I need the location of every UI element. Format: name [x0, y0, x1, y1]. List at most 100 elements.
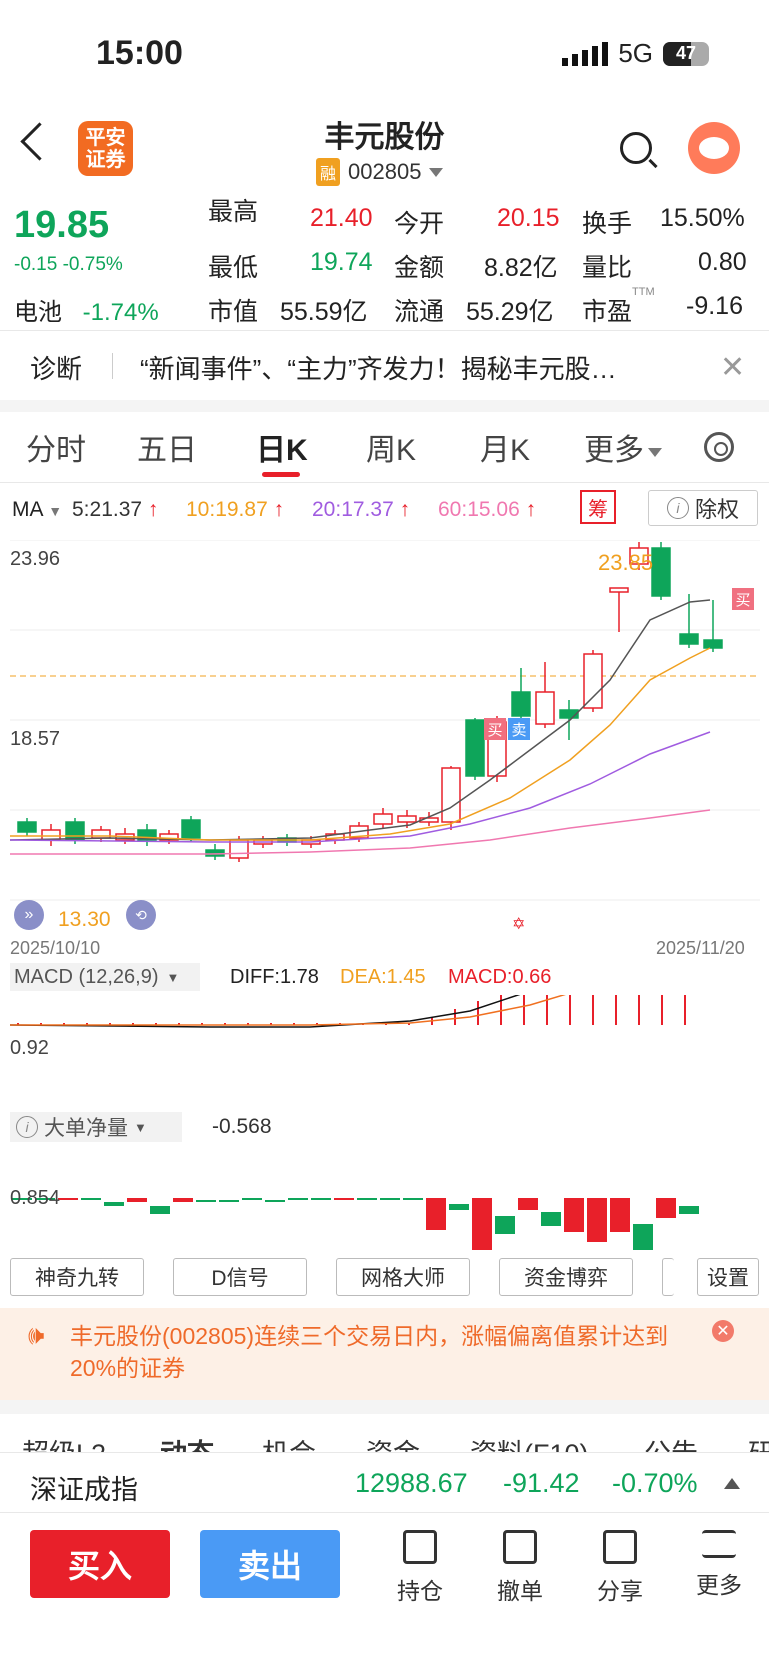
- stock-title: 丰元股份: [324, 121, 445, 154]
- ma-selector[interactable]: MA ▼: [12, 498, 62, 522]
- macd-chart[interactable]: [10, 995, 760, 1105]
- risk-notice-text[interactable]: 丰元股份(002805)连续三个交易日内，涨幅偏离值累计达到20%的证券: [70, 1320, 690, 1384]
- quote-cell-amount-label: 金额: [394, 254, 445, 282]
- candle-body: [205, 849, 225, 857]
- sell-button[interactable]: 卖出: [200, 1530, 340, 1598]
- tab-opportunity[interactable]: 机会: [262, 1432, 316, 1452]
- reset-zoom-icon[interactable]: ⟲: [126, 900, 156, 930]
- big-order-bar: [633, 1224, 653, 1250]
- nav-share[interactable]: 分享: [585, 1530, 655, 1606]
- big-order-bar: [242, 1198, 262, 1200]
- big-order-base: [679, 1140, 699, 1141]
- settings-button[interactable]: 设置: [697, 1258, 759, 1296]
- stock-code-selector[interactable]: 融 002805: [316, 158, 444, 186]
- big-order-bar: [81, 1198, 101, 1200]
- tab-funds[interactable]: 资金: [366, 1432, 420, 1452]
- big-order-bar: [173, 1198, 193, 1202]
- event-star-icon[interactable]: ✡: [512, 914, 525, 934]
- tab-news[interactable]: 动态: [160, 1432, 214, 1452]
- big-order-bar: [564, 1198, 584, 1232]
- nav-more[interactable]: 更多: [684, 1530, 754, 1600]
- search-icon[interactable]: [620, 132, 652, 164]
- quote-cell-low-label: 最低: [208, 254, 259, 282]
- buy-signal-tag[interactable]: 买: [484, 718, 506, 740]
- stock-code: 002805: [348, 159, 422, 184]
- ma5-value: 5:21.37 ↑: [72, 498, 159, 521]
- big-order-bar: [58, 1198, 78, 1200]
- tab-f10[interactable]: 资料(F10): [470, 1432, 589, 1452]
- magic-nine-button[interactable]: 神奇九转: [10, 1258, 144, 1296]
- tab-research[interactable]: 研: [748, 1432, 769, 1452]
- buy-signal-tag[interactable]: 买: [732, 588, 754, 610]
- big-order-selector[interactable]: i 大单净量 ▼: [10, 1112, 182, 1142]
- candle-body: [441, 767, 461, 823]
- tab-announcement[interactable]: 公告: [644, 1432, 698, 1452]
- sector-change[interactable]: 电池 -1.74%: [14, 292, 159, 327]
- chevron-up-icon[interactable]: [724, 1478, 740, 1489]
- big-order-bar: [127, 1198, 147, 1202]
- big-order-bar: [219, 1200, 239, 1202]
- info-icon: i: [666, 497, 689, 519]
- undo-icon: [503, 1530, 537, 1564]
- expand-left-icon[interactable]: »: [14, 900, 44, 930]
- fund-game-button[interactable]: 资金博弈: [499, 1258, 633, 1296]
- grid-master-button[interactable]: 网格大师: [336, 1258, 470, 1296]
- big-order-base: [311, 1140, 331, 1141]
- network-label: 5G: [618, 38, 653, 68]
- quote-cell-float-label: 流通: [394, 298, 445, 326]
- candle-body: [609, 587, 629, 593]
- quote-cell-pe-value: -9.16: [686, 292, 743, 320]
- candle-body: [703, 639, 723, 649]
- big-order-base: [173, 1140, 193, 1141]
- d-signal-button[interactable]: D信号: [173, 1258, 307, 1296]
- close-icon[interactable]: ✕: [720, 350, 745, 385]
- big-order-base: [242, 1140, 262, 1141]
- big-order-bar: [495, 1216, 515, 1234]
- big-order-bar: [449, 1204, 469, 1210]
- quote-cell-amount-value: 8.82亿: [484, 254, 558, 282]
- share-icon: [603, 1530, 637, 1564]
- kline-chart[interactable]: [10, 540, 760, 935]
- tab-intraday[interactable]: 分时: [26, 425, 86, 469]
- big-order-base: [12, 1140, 32, 1141]
- buy-button[interactable]: 买入: [30, 1530, 170, 1598]
- chart-grid: [10, 540, 760, 901]
- sell-signal-tag[interactable]: 卖: [508, 718, 530, 740]
- more-tool-button[interactable]: [662, 1258, 674, 1296]
- index-name[interactable]: 深证成指: [30, 1468, 138, 1507]
- big-order-bar: [610, 1198, 630, 1232]
- gear-icon[interactable]: [704, 432, 734, 462]
- menu-icon: [702, 1530, 736, 1558]
- big-order-chart[interactable]: [10, 1140, 760, 1250]
- tab-super-l2[interactable]: 超级L2: [22, 1432, 106, 1452]
- margin-badge: 融: [316, 158, 341, 186]
- avatar[interactable]: [688, 122, 740, 174]
- battery-icon: 47: [663, 41, 709, 66]
- candle-body: [583, 653, 603, 709]
- quote-cell-high-label: 最高: [208, 198, 259, 226]
- candle-body: [17, 821, 37, 833]
- tab-monthly-k[interactable]: 月K: [480, 425, 530, 469]
- macd-dea: DEA:1.45: [340, 966, 426, 988]
- quote-cell-turnover-label: 换手: [582, 210, 633, 238]
- quote-cell-high-value: 21.40: [310, 204, 373, 232]
- tab-weekly-k[interactable]: 周K: [366, 425, 416, 469]
- adjust-rights-button[interactable]: i 除权: [648, 490, 758, 526]
- macd-axis-tick: 0.92: [10, 1037, 49, 1059]
- macd-value: MACD:0.66: [448, 966, 552, 988]
- macd-selector[interactable]: MACD (12,26,9) ▼: [10, 963, 200, 991]
- ma10-value: 10:19.87 ↑: [186, 498, 285, 521]
- chip-distribution-button[interactable]: 筹: [580, 490, 616, 524]
- close-icon[interactable]: ✕: [712, 1320, 734, 1342]
- nav-positions[interactable]: 持仓: [385, 1530, 455, 1606]
- tab-five-day[interactable]: 五日: [137, 425, 197, 469]
- tab-daily-k[interactable]: 日K: [256, 425, 308, 469]
- low-price-mark: 13.30: [58, 908, 111, 931]
- tab-more[interactable]: 更多: [584, 425, 662, 469]
- nav-cancel-order[interactable]: 撤单: [485, 1530, 555, 1606]
- diagnosis-label[interactable]: 诊断: [30, 349, 82, 386]
- news-ticker[interactable]: “新闻事件”、“主力”齐发力！揭秘丰元股…: [140, 349, 700, 386]
- quote-cell-mcap-value: 55.59亿: [280, 298, 368, 326]
- divider: [112, 353, 113, 379]
- chevron-down-icon: [648, 447, 662, 457]
